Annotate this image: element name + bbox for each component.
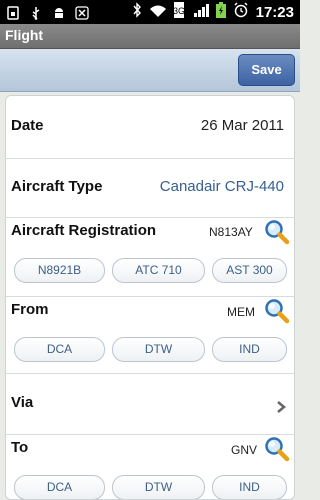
aircraft-type-value: Canadair CRJ-440 — [159, 178, 284, 195]
action-bar: Save — [0, 49, 300, 92]
registration-suggestion-chip[interactable]: AST 300 — [212, 258, 287, 283]
to-suggestion-chip[interactable]: DTW — [112, 475, 205, 499]
sim-icon — [6, 5, 20, 20]
registration-suggestion-chip[interactable]: N8921B — [14, 258, 105, 283]
to-row: To GNV DCA DTW IND — [6, 435, 294, 499]
notification-icons — [6, 4, 89, 20]
usb-icon — [29, 5, 43, 20]
registration-suggestion-chip[interactable]: ATC 710 — [112, 258, 205, 283]
search-icon[interactable] — [264, 219, 290, 245]
date-label: Date — [11, 117, 44, 134]
x-icon — [75, 5, 89, 20]
signal-3g-icon: 3G — [173, 2, 186, 22]
from-row: From MEM DCA DTW IND — [6, 297, 294, 373]
aircraft-registration-value[interactable]: N813AY — [209, 225, 253, 239]
search-icon[interactable] — [264, 436, 290, 462]
aircraft-registration-row: Aircraft Registration N813AY N8921B ATC … — [6, 218, 294, 296]
status-bar: 3G 17:23 — [0, 0, 300, 24]
to-value[interactable]: GNV — [231, 443, 257, 457]
flight-form: Date 26 Mar 2011 Aircraft Type Canadair … — [5, 95, 295, 500]
alarm-icon — [233, 2, 249, 22]
wifi-icon — [149, 3, 167, 22]
bluetooth-icon — [132, 2, 142, 22]
from-suggestion-chip[interactable]: IND — [212, 337, 287, 362]
android-icon — [52, 5, 66, 19]
aircraft-type-label: Aircraft Type — [11, 178, 103, 195]
to-suggestion-chip[interactable]: IND — [212, 475, 287, 499]
chevron-right-icon — [275, 398, 287, 413]
app-title: Flight — [5, 27, 44, 43]
status-icons: 3G 17:23 — [132, 2, 294, 22]
title-bar: Flight — [0, 24, 300, 49]
save-button[interactable]: Save — [238, 54, 295, 86]
svg-text:3G: 3G — [174, 6, 185, 16]
battery-icon — [215, 2, 226, 22]
clock: 17:23 — [255, 3, 294, 21]
from-label: From — [11, 301, 49, 318]
aircraft-registration-label: Aircraft Registration — [11, 222, 157, 239]
via-label: Via — [11, 394, 34, 411]
via-row[interactable]: Via — [6, 374, 294, 434]
from-value[interactable]: MEM — [227, 305, 255, 319]
date-value: 26 Mar 2011 — [200, 117, 284, 134]
search-icon[interactable] — [264, 298, 290, 324]
aircraft-type-row[interactable]: Aircraft Type Canadair CRJ-440 — [6, 159, 294, 217]
to-label: To — [11, 439, 29, 456]
signal-icon — [193, 2, 209, 22]
date-row[interactable]: Date 26 Mar 2011 — [6, 96, 294, 158]
to-suggestion-chip[interactable]: DCA — [14, 475, 105, 499]
from-suggestion-chip[interactable]: DTW — [112, 337, 205, 362]
from-suggestion-chip[interactable]: DCA — [14, 337, 105, 362]
